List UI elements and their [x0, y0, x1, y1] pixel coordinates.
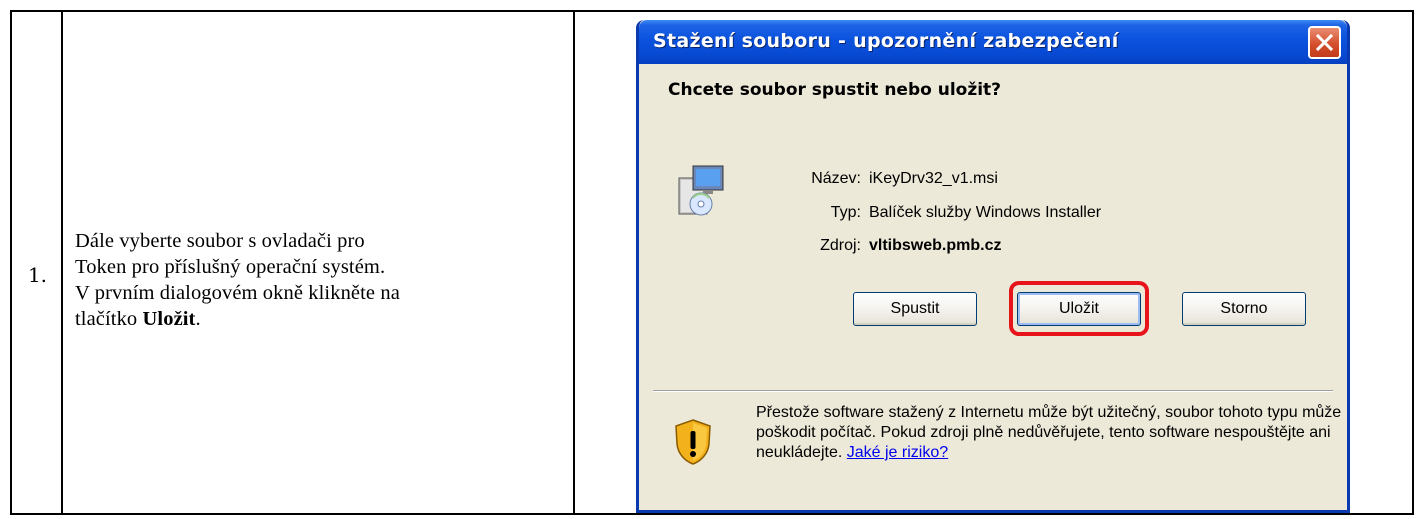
step-number: 1. [27, 262, 48, 287]
type-label: Typ: [830, 204, 861, 221]
cancel-button[interactable]: Storno [1182, 292, 1306, 326]
dialog-question: Chcete soubor spustit nebo uložit? [668, 80, 1002, 100]
run-button[interactable]: Spustit [853, 292, 977, 326]
risk-link[interactable]: Jaké je riziko? [847, 444, 948, 461]
installer-icon [678, 165, 724, 216]
name-label: Název: [811, 170, 861, 187]
instruction-line: Token pro příslušný operační systém. [75, 256, 386, 278]
dialog-titlebar[interactable]: Stažení souboru - upozornění zabezpečení [639, 20, 1347, 64]
instruction-bold: Uložit [142, 308, 196, 330]
close-icon [1316, 34, 1333, 51]
instruction-line: tlačítko Uložit. [75, 306, 575, 332]
type-value: Balíček služby Windows Installer [869, 204, 1102, 221]
dialog-body [639, 64, 1347, 386]
warning-text: Přestože software stažený z Internetu mů… [756, 403, 1346, 463]
source-value: vltibsweb.pmb.cz [869, 237, 1002, 254]
close-button[interactable] [1308, 26, 1341, 59]
step-instruction: Dále vyberte soubor s ovladači pro Token… [75, 228, 575, 332]
save-highlight [1009, 281, 1149, 336]
warning-message: Přestože software stažený z Internetu mů… [756, 404, 1342, 461]
instruction-line: Dále vyberte soubor s ovladači pro [75, 230, 365, 252]
separator [653, 390, 1333, 392]
dialog-title: Stažení souboru - upozornění zabezpečení [653, 30, 1119, 52]
instruction-end: . [195, 308, 201, 330]
shield-warning-icon [675, 419, 711, 465]
name-value: iKeyDrv32_v1.msi [869, 170, 998, 187]
instruction-text: tlačítko [75, 308, 138, 330]
instruction-line: V prvním dialogovém okně klikněte na [75, 282, 400, 304]
source-label: Zdroj: [820, 237, 861, 254]
download-security-dialog: Stažení souboru - upozornění zabezpečení… [636, 20, 1350, 513]
